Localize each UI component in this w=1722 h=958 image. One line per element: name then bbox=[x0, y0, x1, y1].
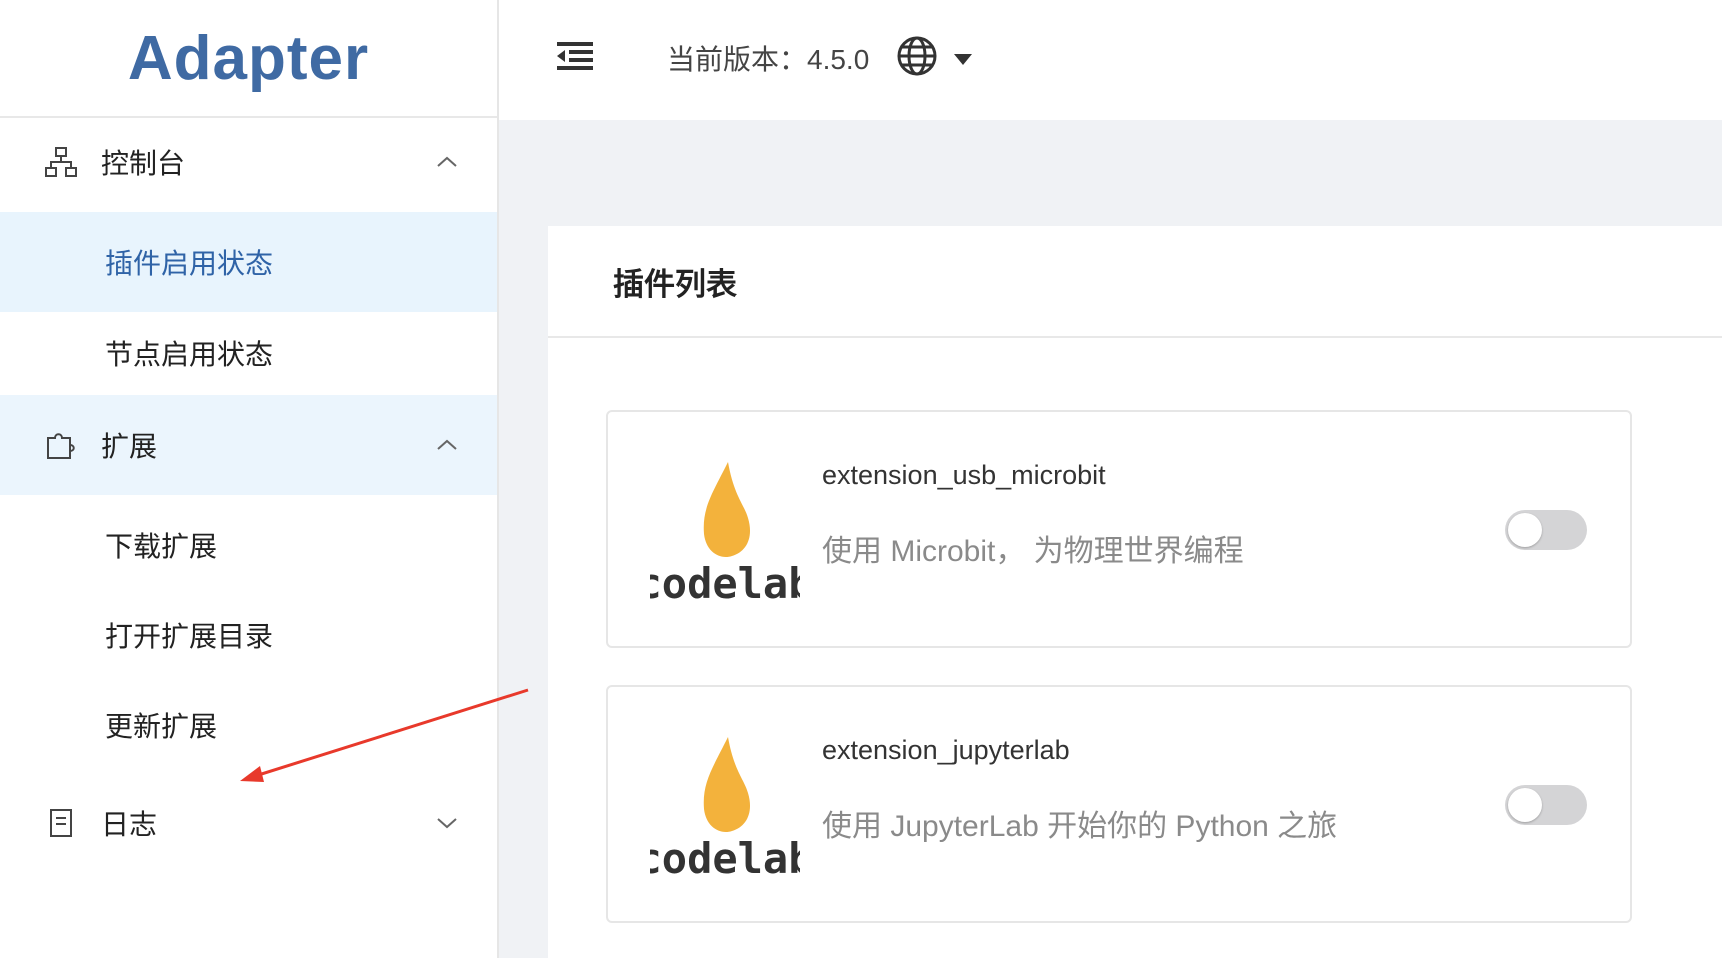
toggle-knob bbox=[1508, 513, 1542, 547]
svg-text:codelab: codelab bbox=[650, 559, 800, 606]
document-icon bbox=[50, 809, 72, 837]
chevron-up-icon[interactable] bbox=[434, 436, 460, 454]
plugin-description: 使用 Microbit， 为物理世界编程 bbox=[822, 535, 1244, 568]
chevron-down-icon[interactable] bbox=[434, 814, 460, 832]
plugin-description: 使用 JupyterLab 开始你的 Python 之旅 bbox=[822, 810, 1338, 843]
sidebar-item-download-extension[interactable]: 下载扩展 bbox=[0, 495, 497, 595]
plugin-list-panel: 插件列表 codelab extension_usb_microbit 使用 M… bbox=[548, 226, 1722, 958]
toggle-knob bbox=[1508, 788, 1542, 822]
caret-down-icon[interactable] bbox=[954, 54, 972, 65]
plugin-name: extension_usb_microbit bbox=[822, 460, 1106, 490]
annotation-arrow bbox=[240, 688, 529, 782]
codelab-logo: codelab bbox=[650, 737, 800, 881]
svg-text:codelab: codelab bbox=[650, 834, 800, 881]
sidebar-group-console[interactable]: 控制台 bbox=[0, 112, 497, 212]
sidebar-item-node-status[interactable]: 节点启用状态 bbox=[0, 303, 497, 403]
plugin-name: extension_jupyterlab bbox=[822, 735, 1070, 765]
puzzle-icon bbox=[47, 433, 75, 459]
sidebar-group-extensions[interactable]: 扩展 bbox=[0, 395, 497, 495]
sidebar-group-label: 扩展 bbox=[101, 431, 158, 462]
sidebar-group-label: 日志 bbox=[101, 809, 158, 840]
plugin-card: codelab extension_usb_microbit 使用 Microb… bbox=[606, 410, 1632, 648]
version-text: 当前版本：4.5.0 bbox=[667, 44, 870, 75]
plugin-enable-toggle[interactable] bbox=[1505, 785, 1587, 825]
sidebar-item-label: 插件启用状态 bbox=[105, 248, 274, 279]
panel-title: 插件列表 bbox=[548, 226, 1722, 338]
app-logo: Adapter bbox=[0, 0, 497, 118]
top-header: 当前版本：4.5.0 bbox=[499, 0, 1722, 120]
sidebar-item-label: 打开扩展目录 bbox=[105, 621, 274, 652]
sidebar-item-open-extension-dir[interactable]: 打开扩展目录 bbox=[0, 585, 497, 685]
sitemap-icon bbox=[45, 147, 77, 177]
plugin-enable-toggle[interactable] bbox=[1505, 510, 1587, 550]
sidebar-group-label: 控制台 bbox=[101, 148, 186, 179]
sidebar-item-label: 更新扩展 bbox=[105, 711, 218, 742]
codelab-logo: codelab bbox=[650, 462, 800, 606]
chevron-up-icon[interactable] bbox=[434, 153, 460, 171]
sidebar: Adapter 控制台 插件启用状态 节点启用状态 扩展 下载扩展 打开扩展目录… bbox=[0, 0, 499, 958]
globe-icon[interactable] bbox=[895, 34, 939, 78]
sidebar-item-label: 节点启用状态 bbox=[105, 339, 274, 370]
sidebar-item-plugin-status[interactable]: 插件启用状态 bbox=[0, 212, 497, 312]
sidebar-item-label: 下载扩展 bbox=[105, 531, 218, 562]
menu-fold-icon[interactable] bbox=[557, 40, 593, 72]
plugin-card: codelab extension_jupyterlab 使用 JupyterL… bbox=[606, 685, 1632, 923]
